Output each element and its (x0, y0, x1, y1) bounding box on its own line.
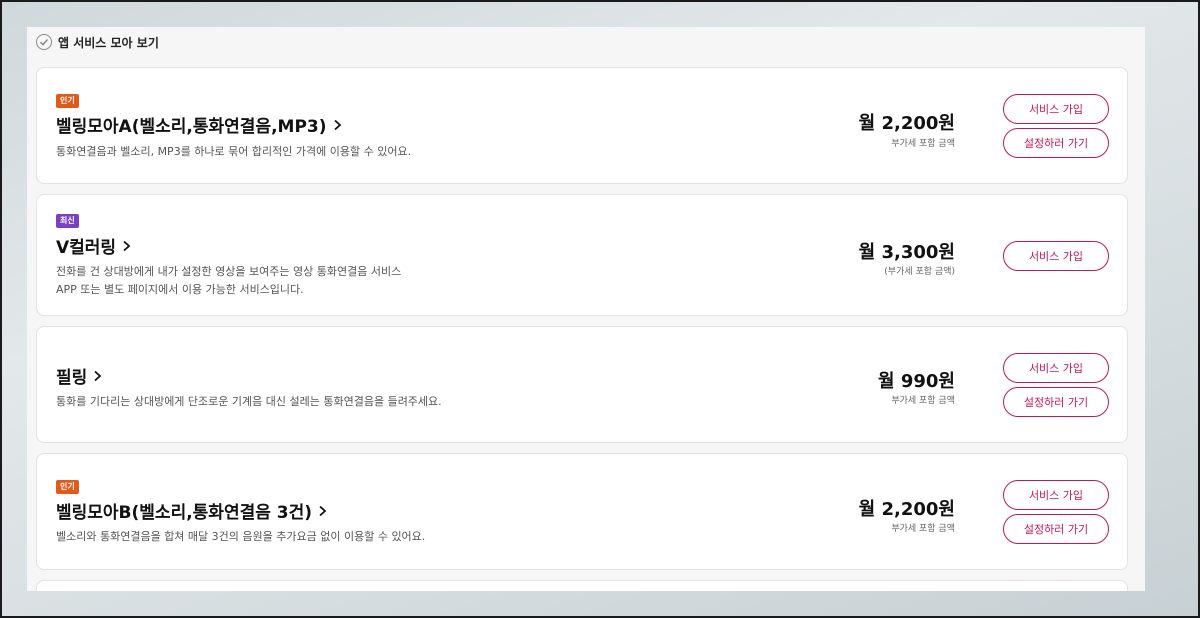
service-card-v-coloring: 최신 V컬러링 전화를 건 상대방에게 내가 설정한 영상을 보여주는 영상 통… (36, 194, 1128, 316)
service-title: 필링 (56, 368, 88, 388)
chevron-right-icon (318, 505, 327, 517)
section-title: 앱 서비스 모아 보기 (58, 35, 159, 50)
settings-button[interactable]: 설정하러 가기 (1003, 387, 1109, 417)
settings-button[interactable]: 설정하러 가기 (1003, 514, 1109, 544)
popular-badge: 인기 (56, 480, 79, 494)
vat-note: 부가세 포함 금액 (891, 524, 955, 534)
service-title-link[interactable]: 벨링모아B(벨소리,통화연결음 3건) (56, 498, 327, 523)
settings-button[interactable]: 설정하러 가기 (1003, 128, 1109, 158)
app-services-panel: 앱 서비스 모아 보기 인기 벨링모아A(벨소리,통화연결음,MP3) 통화연결… (27, 27, 1145, 591)
service-join-button[interactable]: 서비스 가입 (1003, 353, 1109, 383)
vat-note: 부가세 포함 금액 (891, 139, 955, 149)
service-description: 벨소리와 통화연결음을 합쳐 매달 3건의 음원을 추가요금 없이 이용할 수 … (56, 530, 426, 543)
service-card-partial (36, 580, 1128, 591)
service-title-link[interactable]: V컬러링 (56, 233, 131, 258)
service-description-line2: APP 또는 별도 페이지에서 이용 가능한 서비스입니다. (56, 283, 304, 296)
chevron-right-icon (93, 370, 102, 382)
service-card-feeling: 필링 통화를 기다리는 상대방에게 단조로운 기계음 대신 설레는 통화연결음을… (36, 326, 1128, 443)
service-join-button[interactable]: 서비스 가입 (1003, 94, 1109, 124)
service-title: 벨링모아A(벨소리,통화연결음,MP3) (56, 117, 327, 137)
service-title: 벨링모아B(벨소리,통화연결음 3건) (56, 503, 313, 523)
service-price: 월 3,300원 (858, 242, 955, 263)
service-title-link[interactable]: 필링 (56, 363, 102, 388)
service-description: 전화를 건 상대방에게 내가 설정한 영상을 보여주는 영상 통화연결음 서비스 (56, 265, 402, 278)
popular-badge: 인기 (56, 94, 79, 108)
service-card-bellingmoa-b: 인기 벨링모아B(벨소리,통화연결음 3건) 벨소리와 통화연결음을 합쳐 매달… (36, 453, 1128, 570)
vat-note: (부가세 포함 금액) (884, 267, 955, 277)
service-card-bellingmoa-a: 인기 벨링모아A(벨소리,통화연결음,MP3) 통화연결음과 벨소리, MP3를… (36, 67, 1128, 184)
service-title-link[interactable]: 벨링모아A(벨소리,통화연결음,MP3) (56, 112, 342, 137)
new-badge: 최신 (56, 214, 79, 228)
service-price: 월 990원 (878, 371, 955, 392)
check-circle-icon (36, 34, 52, 50)
service-price: 월 2,200원 (858, 499, 955, 520)
service-description: 통화연결음과 벨소리, MP3를 하나로 묶어 합리적인 가격에 이용할 수 있… (56, 145, 412, 158)
vat-note: 부가세 포함 금액 (891, 396, 955, 406)
service-description: 통화를 기다리는 상대방에게 단조로운 기계음 대신 설레는 통화연결음을 들려… (56, 395, 442, 408)
section-header: 앱 서비스 모아 보기 (36, 33, 159, 51)
service-title: V컬러링 (56, 238, 117, 258)
service-price: 월 2,200원 (858, 113, 955, 134)
service-join-button[interactable]: 서비스 가입 (1003, 480, 1109, 510)
service-join-button[interactable]: 서비스 가입 (1003, 241, 1109, 271)
chevron-right-icon (122, 240, 131, 252)
chevron-right-icon (333, 119, 342, 131)
